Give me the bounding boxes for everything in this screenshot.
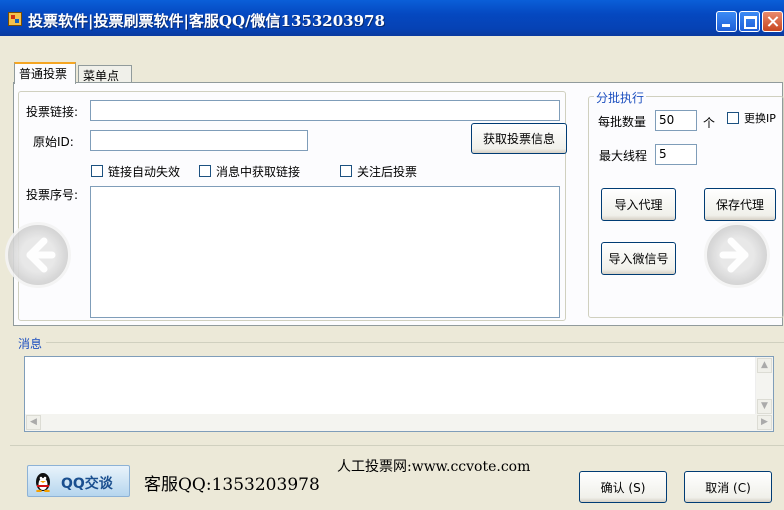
minimize-button[interactable]	[716, 11, 737, 32]
change-ip-label[interactable]: 更换IP	[744, 110, 776, 126]
qq-penguin-icon	[36, 473, 50, 492]
app-icon	[8, 12, 22, 26]
auto-expire-checkbox[interactable]	[91, 165, 103, 177]
scroll-up-icon[interactable]: ▲	[757, 358, 772, 373]
follow-then-vote-checkbox[interactable]	[340, 165, 352, 177]
next-arrow-button[interactable]	[704, 222, 770, 288]
vote-sequence-textarea[interactable]	[90, 186, 560, 318]
qq-chat-button[interactable]: QQ交谈	[27, 465, 130, 497]
cancel-button[interactable]: 取消 (C)	[684, 471, 772, 503]
batch-group-title: 分批执行	[594, 89, 647, 106]
previous-arrow-button[interactable]	[5, 222, 71, 288]
change-ip-checkbox[interactable]	[727, 112, 739, 124]
scroll-left-icon[interactable]: ◀	[26, 415, 41, 430]
original-id-label: 原始ID:	[33, 135, 74, 149]
max-threads-input[interactable]: 5	[655, 144, 697, 165]
per-batch-input[interactable]: 50	[655, 110, 697, 131]
messages-label: 消息	[18, 337, 43, 351]
right-arrow-icon	[719, 237, 749, 273]
max-threads-label: 最大线程	[599, 149, 648, 163]
fetch-vote-info-button[interactable]: 获取投票信息	[471, 123, 567, 154]
follow-then-vote-label[interactable]: 关注后投票	[357, 163, 417, 180]
get-link-from-msg-label[interactable]: 消息中获取链接	[216, 163, 300, 180]
app-window: 投票软件|投票刷票软件|客服QQ/微信1353203978 普通投票 菜单点击 …	[0, 0, 784, 510]
left-arrow-icon	[26, 237, 56, 273]
scroll-right-icon[interactable]: ▶	[757, 415, 772, 430]
confirm-button[interactable]: 确认 (S)	[579, 471, 667, 503]
import-wechat-button[interactable]: 导入微信号	[601, 242, 676, 275]
close-button[interactable]	[762, 11, 783, 32]
qq-chat-label: QQ交谈	[61, 476, 113, 492]
auto-expire-label[interactable]: 链接自动失效	[108, 163, 180, 180]
messages-vertical-scrollbar[interactable]: ▲ ▼	[755, 357, 773, 415]
window-title: 投票软件|投票刷票软件|客服QQ/微信1353203978	[28, 12, 385, 30]
messages-divider	[46, 342, 784, 343]
maximize-button[interactable]	[739, 11, 760, 32]
vote-sequence-label: 投票序号:	[26, 188, 79, 202]
per-batch-label: 每批数量	[598, 115, 647, 129]
get-link-from-msg-checkbox[interactable]	[199, 165, 211, 177]
tab-normal-vote[interactable]: 普通投票	[14, 62, 76, 84]
title-bar[interactable]: 投票软件|投票刷票软件|客服QQ/微信1353203978	[0, 0, 784, 36]
vote-link-label: 投票链接:	[26, 105, 79, 119]
website-text: 人工投票网:www.ccvote.com	[337, 459, 531, 475]
messages-horizontal-scrollbar[interactable]: ◀ ▶	[25, 414, 773, 431]
import-proxy-button[interactable]: 导入代理	[601, 188, 676, 221]
messages-textarea[interactable]: ▲ ▼ ◀ ▶	[24, 356, 774, 432]
footer-divider	[10, 445, 784, 446]
scroll-down-icon[interactable]: ▼	[757, 399, 772, 414]
support-qq-text: 客服QQ:1353203978	[144, 475, 320, 495]
save-proxy-button[interactable]: 保存代理	[704, 188, 776, 221]
original-id-input[interactable]	[90, 130, 308, 151]
per-batch-unit: 个	[703, 116, 716, 130]
vote-link-input[interactable]	[90, 100, 560, 121]
